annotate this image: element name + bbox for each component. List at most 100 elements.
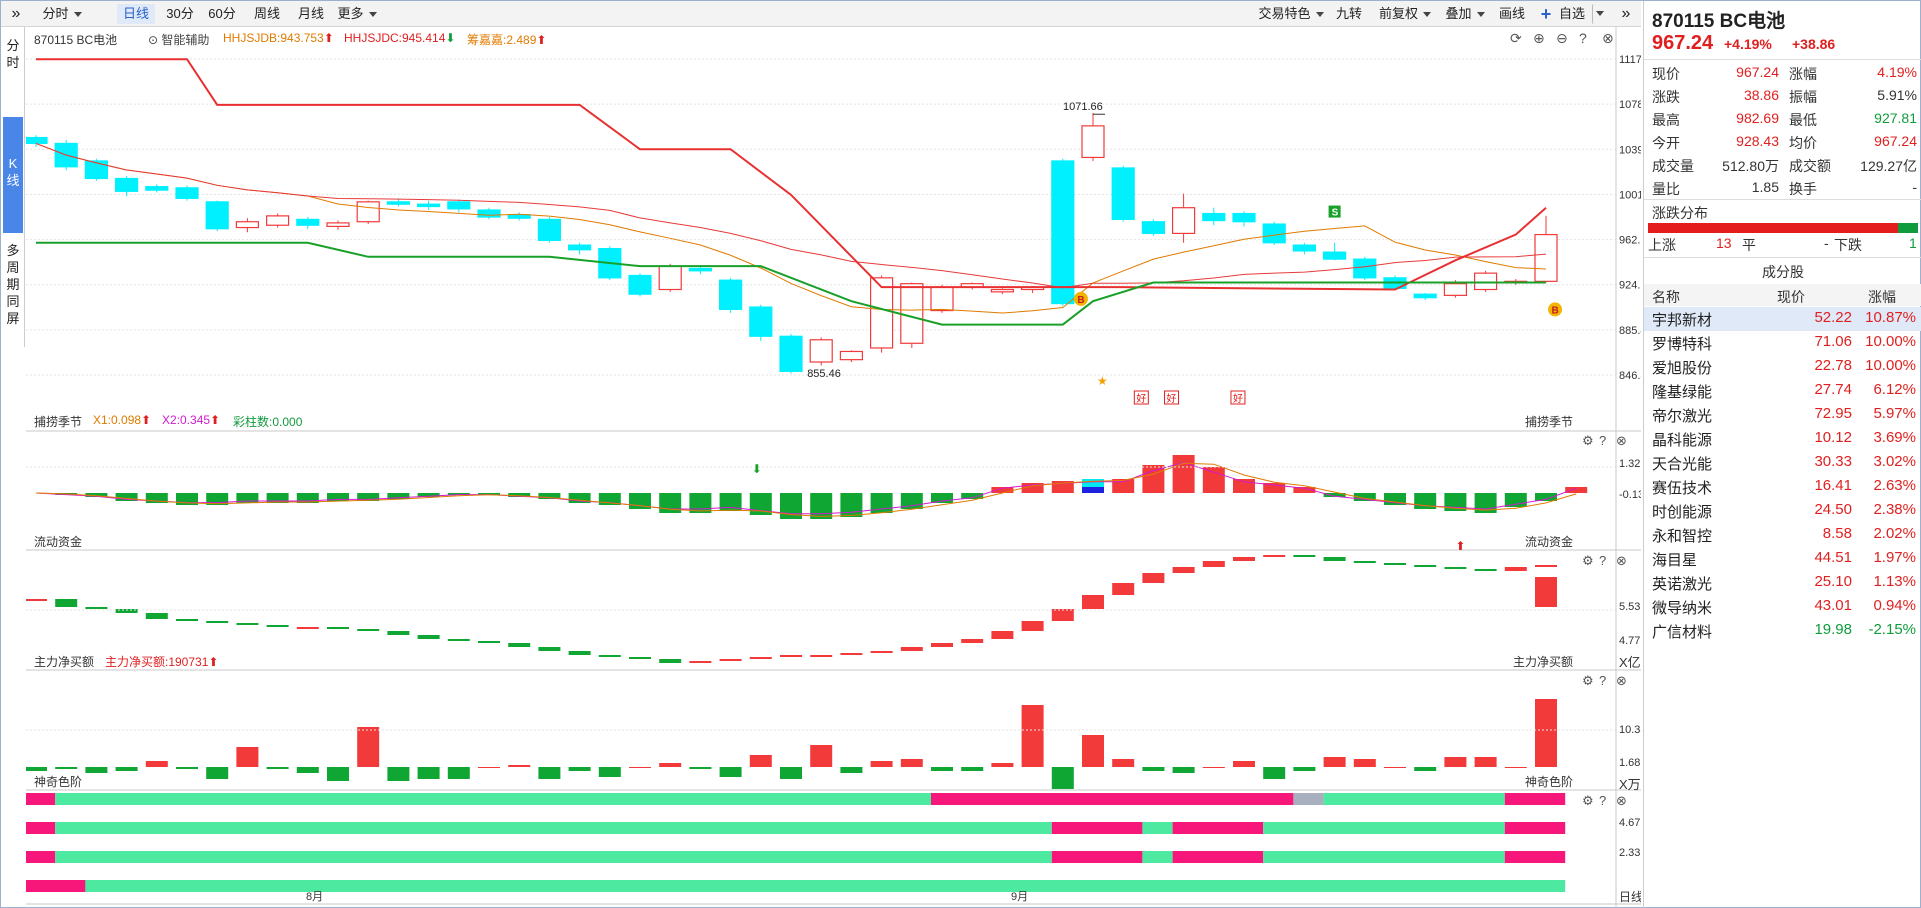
panel4-title: 主力净买额 bbox=[34, 655, 95, 669]
bar-up bbox=[629, 767, 651, 768]
comp-row[interactable]: 英诺激光 25.10 1.13% bbox=[1644, 571, 1921, 595]
chart-area[interactable]: 1117.21 1078.59 1039.97 1001.35 962.73 924.11… bbox=[24, 27, 1659, 908]
ma-line-orange bbox=[35, 142, 1547, 314]
collapse-icon[interactable]: » bbox=[5, 4, 27, 24]
bar-up bbox=[1142, 465, 1165, 493]
panel-tool-icon: ⊕ bbox=[1533, 30, 1545, 46]
divider bbox=[1644, 199, 1921, 200]
comp-chg: 0.94% bbox=[1873, 597, 1916, 614]
fuquan-dropdown[interactable]: 前复权 bbox=[1375, 4, 1435, 24]
bar-down bbox=[508, 643, 531, 647]
bar-down bbox=[931, 767, 953, 771]
candle-body bbox=[1322, 251, 1347, 260]
comp-row[interactable]: 帝尔激光 72.95 5.97% bbox=[1644, 403, 1921, 427]
comp-price: 16.41 bbox=[1814, 477, 1852, 494]
y-tick-label: 962.73 bbox=[1619, 235, 1641, 247]
color-band bbox=[1504, 793, 1566, 805]
bar-down bbox=[55, 767, 78, 769]
bar-down bbox=[206, 767, 229, 779]
panel-tool-icon: ? bbox=[1579, 30, 1587, 46]
candle-body bbox=[24, 136, 48, 145]
bar-down bbox=[538, 647, 561, 651]
comp-row[interactable]: 罗博特科 71.06 10.00% bbox=[1644, 331, 1921, 355]
bar-down bbox=[598, 655, 621, 657]
kline-chart-svg[interactable]: 1117.21 1078.59 1039.97 1001.35 962.73 924.11… bbox=[24, 27, 1659, 908]
panel-gear-icon: ⊗ bbox=[1616, 673, 1627, 688]
quote-value: 129.27亿 bbox=[1860, 158, 1917, 174]
candle-body bbox=[900, 283, 924, 344]
tab-30min[interactable]: 30分 bbox=[163, 4, 197, 24]
bar-down bbox=[961, 767, 984, 771]
unit-label: X万 bbox=[1619, 777, 1641, 792]
hao-text: 好 bbox=[1167, 393, 1177, 405]
candle-body bbox=[1413, 293, 1437, 299]
overlay-dropdown[interactable]: 叠加 bbox=[1442, 4, 1488, 24]
quote-label: 均价 bbox=[1789, 135, 1817, 151]
comp-price: 25.10 bbox=[1814, 573, 1852, 590]
trade-feature-dropdown[interactable]: 交易特色 bbox=[1254, 4, 1328, 24]
tab-yuexian[interactable]: 月线 bbox=[293, 4, 329, 24]
jiuzhuan-button[interactable]: 九转 bbox=[1334, 4, 1364, 24]
draw-button[interactable]: 画线 bbox=[1497, 4, 1527, 24]
bar-down bbox=[629, 657, 651, 659]
y-tick-label: -0.13 bbox=[1619, 489, 1641, 501]
candle-body bbox=[417, 203, 441, 208]
comp-row[interactable]: 赛伍技术 16.41 2.63% bbox=[1644, 475, 1921, 499]
comp-chg: 3.02% bbox=[1873, 453, 1916, 470]
more-dropdown[interactable]: 更多 bbox=[335, 4, 379, 24]
candle-body bbox=[447, 201, 471, 210]
comp-row[interactable]: 隆基绿能 27.74 6.12% bbox=[1644, 379, 1921, 403]
side-tab-multi-period[interactable]: 多周期同屏 bbox=[3, 242, 23, 327]
bar-up bbox=[1021, 705, 1044, 767]
bar-up bbox=[1172, 567, 1195, 573]
quote-label: 今开 bbox=[1652, 135, 1680, 151]
chevron-down-icon[interactable] bbox=[1592, 4, 1606, 24]
ind1-text: HHJSJDB:943.753 bbox=[223, 31, 324, 45]
arrow-up-icon: ⬆ bbox=[141, 413, 152, 427]
comp-title: 成分股 bbox=[1762, 264, 1804, 280]
comp-row[interactable]: 晶科能源 10.12 3.69% bbox=[1644, 427, 1921, 451]
color-band bbox=[1504, 822, 1566, 834]
tab-zhouxian[interactable]: 周线 bbox=[249, 4, 285, 24]
bar-down bbox=[447, 767, 470, 779]
color-band bbox=[1263, 851, 1505, 863]
col-name[interactable]: 名称 bbox=[1652, 287, 1680, 307]
tab-fenshi[interactable]: 分时 bbox=[31, 4, 93, 24]
bar-down bbox=[1051, 767, 1074, 789]
bar-down bbox=[689, 493, 712, 513]
arrow-up-icon: ⬆ bbox=[210, 413, 221, 427]
assist-toggle[interactable]: ⊙ 智能辅助 bbox=[148, 31, 209, 48]
comp-row[interactable]: 宇邦新材 52.22 10.87% bbox=[1644, 307, 1921, 331]
watchlist-button[interactable]: 自选 bbox=[1555, 4, 1589, 24]
bar-up bbox=[1474, 757, 1497, 767]
ind2-text: HHJSJDC:945.414 bbox=[344, 31, 446, 45]
col-price[interactable]: 现价 bbox=[1777, 287, 1805, 307]
comp-row[interactable]: 天合光能 30.33 3.02% bbox=[1644, 451, 1921, 475]
bar-down bbox=[1293, 767, 1316, 771]
side-tab-kxian[interactable]: K线 bbox=[3, 117, 23, 233]
side-tab-fenshi[interactable]: 分时 bbox=[3, 37, 23, 71]
col-chg[interactable]: 涨幅 bbox=[1868, 287, 1896, 307]
quote-value: 967.24 bbox=[1736, 64, 1779, 80]
comp-row[interactable]: 时创能源 24.50 2.38% bbox=[1644, 499, 1921, 523]
bar-down bbox=[1384, 563, 1406, 565]
arrow-up-icon: ⬆ bbox=[536, 33, 547, 47]
comp-row[interactable]: 永和智控 8.58 2.02% bbox=[1644, 523, 1921, 547]
comp-row[interactable]: 微导纳米 43.01 0.94% bbox=[1644, 595, 1921, 619]
y-tick-label: 10.38 bbox=[1619, 724, 1641, 736]
plus-icon[interactable]: + bbox=[1537, 4, 1555, 24]
color-band bbox=[1142, 851, 1173, 863]
bar-up bbox=[1444, 757, 1467, 767]
tab-rixian[interactable]: 日线 bbox=[117, 4, 155, 24]
comp-row[interactable]: 广信材料 19.98 -2.15% bbox=[1644, 619, 1921, 643]
top-toolbar: » 分时 日线 30分 60分 周线 月线 更多 交易特色 九转 前复权 叠加 … bbox=[1, 1, 1641, 27]
color-band bbox=[25, 822, 56, 834]
bar-down bbox=[387, 767, 410, 781]
bar-down bbox=[538, 767, 561, 779]
color-band bbox=[55, 851, 1052, 863]
expand-icon[interactable]: » bbox=[1615, 4, 1637, 24]
tab-60min[interactable]: 60分 bbox=[205, 4, 239, 24]
comp-row[interactable]: 海目星 44.51 1.97% bbox=[1644, 547, 1921, 571]
comp-row[interactable]: 爱旭股份 22.78 10.00% bbox=[1644, 355, 1921, 379]
panel3-right-title: 流动资金 bbox=[1525, 535, 1574, 549]
